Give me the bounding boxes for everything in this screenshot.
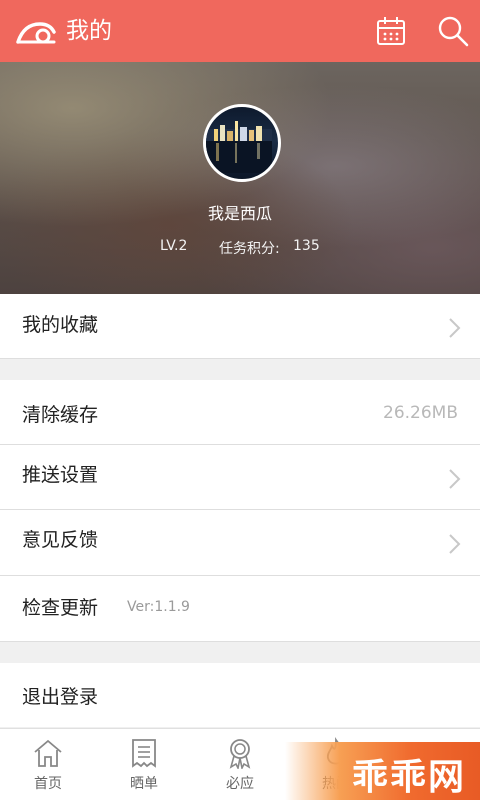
divider (0, 358, 480, 359)
receipt-icon (132, 739, 156, 768)
tab-label: 晒单 (130, 776, 158, 792)
watermark-banner: 乖乖网 (285, 742, 480, 800)
home-icon (34, 739, 62, 767)
points-label: 任务积分: (219, 241, 280, 257)
points-value: 135 (293, 238, 320, 254)
tab-orders[interactable]: 晒单 (96, 729, 192, 801)
tab-home[interactable]: 首页 (0, 729, 96, 801)
menu-item-label: 检查更新 (22, 597, 99, 619)
app-logo-icon (16, 22, 56, 44)
watermark-text: 乖乖网 (351, 757, 466, 798)
username: 我是西瓜 (207, 204, 272, 223)
menu-item-favorites[interactable]: 我的收藏 (0, 294, 480, 358)
page-title: 我的 (66, 18, 112, 44)
calendar-icon[interactable] (374, 14, 408, 48)
menu-item-label: 退出登录 (22, 686, 99, 708)
top-bar: 我的 (0, 0, 480, 62)
menu-item-label: 清除缓存 (22, 404, 99, 426)
version-text: Ver:1.1.9 (127, 599, 190, 615)
user-level: LV.2 (160, 238, 188, 254)
divider (0, 641, 480, 642)
tab-label: 首页 (34, 776, 62, 792)
avatar-city-image (206, 121, 272, 173)
menu-item-push-settings[interactable]: 推送设置 (0, 445, 480, 509)
menu-item-label: 意见反馈 (22, 529, 99, 551)
cache-size: 26.26MB (383, 403, 458, 423)
chevron-right-icon (449, 469, 461, 489)
tab-biying[interactable]: 必应 (192, 729, 288, 801)
menu-item-label: 我的收藏 (22, 314, 99, 336)
profile-banner: 我是西瓜 LV.2 任务积分: 135 (0, 62, 480, 294)
chevron-right-icon (449, 318, 461, 338)
menu-item-check-update[interactable]: 检查更新 Ver:1.1.9 (0, 576, 480, 641)
search-icon[interactable] (436, 14, 470, 48)
menu-item-feedback[interactable]: 意见反馈 (0, 510, 480, 575)
avatar[interactable] (203, 104, 281, 182)
badge-icon (229, 739, 251, 769)
menu-item-label: 推送设置 (22, 464, 99, 486)
menu-item-clear-cache[interactable]: 清除缓存 26.26MB (0, 380, 480, 444)
chevron-right-icon (449, 534, 461, 554)
tab-label: 必应 (226, 776, 254, 792)
menu-item-logout[interactable]: 退出登录 (0, 663, 480, 727)
